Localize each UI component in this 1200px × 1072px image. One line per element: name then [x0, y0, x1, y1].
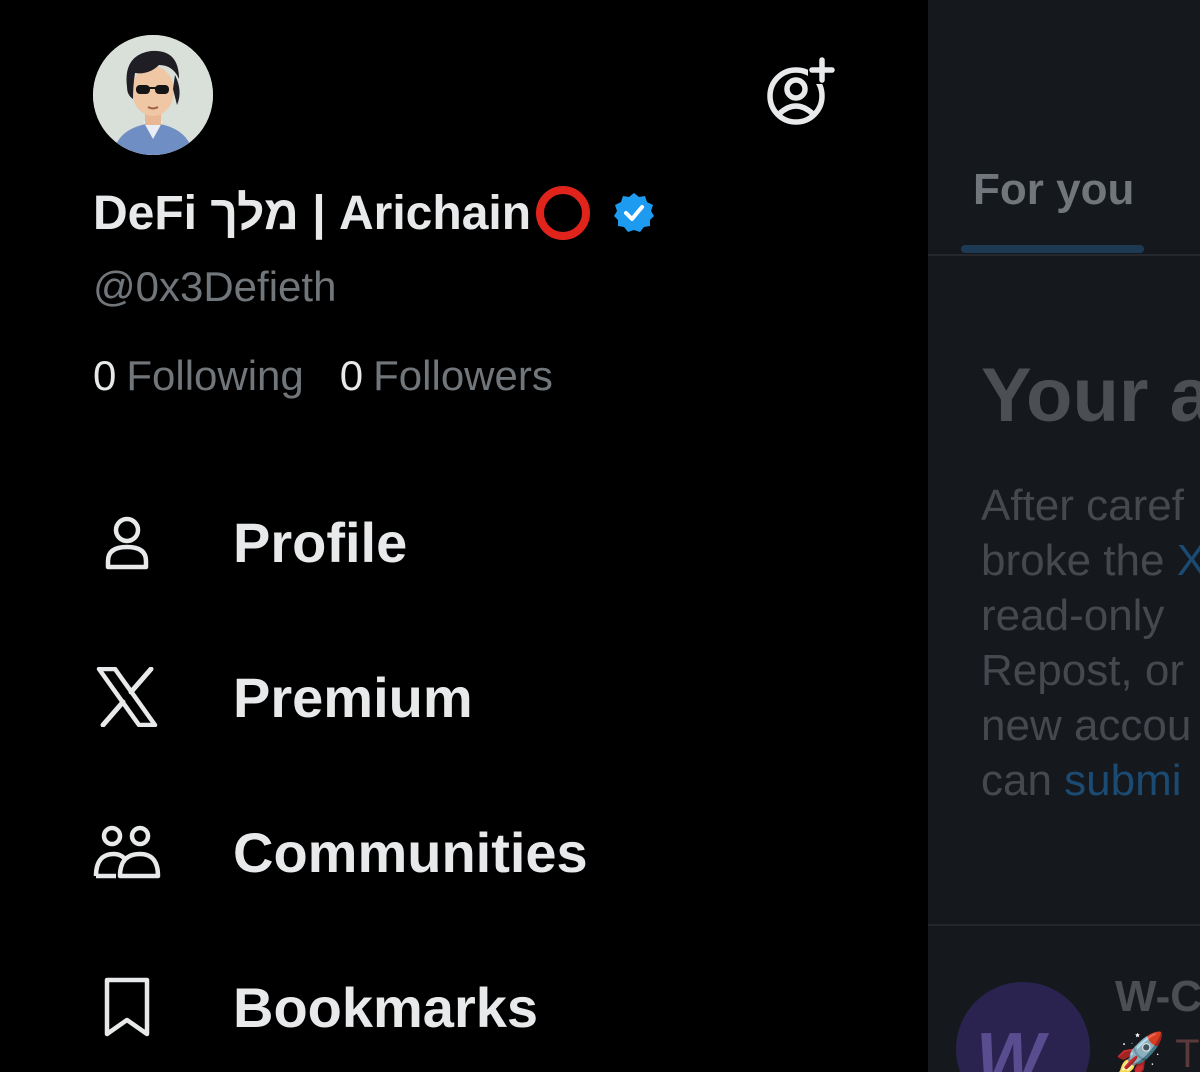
profile-handle: @0x3Defieth [93, 263, 337, 310]
timeline-overlay[interactable]: For you Your a After caref broke the X r… [928, 0, 1200, 1072]
person-icon [90, 505, 164, 579]
menu-label-profile: Profile [233, 510, 408, 574]
x-logo-icon [90, 660, 164, 734]
menu-item-bookmarks[interactable]: Bookmarks [90, 967, 538, 1047]
menu-item-communities[interactable]: Communities [90, 812, 588, 892]
active-tab-indicator [961, 245, 1144, 253]
avatar[interactable] [93, 35, 213, 155]
follow-stats: 0 Following 0 Followers [93, 352, 553, 400]
menu-label-bookmarks: Bookmarks [233, 975, 539, 1039]
followers-count: 0 [339, 352, 364, 399]
followers-stat[interactable]: 0 Followers [340, 352, 553, 400]
notice-line: new accou [981, 701, 1192, 750]
menu-label-communities: Communities [233, 820, 588, 884]
add-account-icon[interactable] [764, 56, 836, 128]
following-count: 0 [93, 352, 117, 399]
tab-for-you[interactable]: For you [973, 165, 1134, 215]
timeline-header: For you [928, 0, 1200, 256]
notice-line: can submi [981, 753, 1200, 808]
notice-body: After caref broke the X read-only Repost… [981, 478, 1200, 808]
following-label: Following [126, 352, 304, 399]
notice-line: broke the X [981, 533, 1200, 588]
notice-x-link[interactable]: X [1177, 536, 1200, 585]
post-avatar-logo: W [976, 1019, 1044, 1072]
menu-item-profile[interactable]: Profile [90, 502, 407, 582]
navigation-drawer: DeFi מלך | Arichain @0x3Defieth 0 Follow… [0, 0, 928, 1072]
divider [928, 924, 1200, 926]
display-name: DeFi מלך | Arichain [93, 186, 532, 240]
red-circle-icon [536, 186, 591, 240]
post-author-subtitle: 🚀 T [1115, 1032, 1200, 1072]
notice-line-text: can [981, 756, 1065, 805]
following-stat[interactable]: 0 Following [93, 352, 304, 400]
people-icon [90, 815, 164, 889]
notice-line-text: broke the [981, 536, 1177, 585]
profile-name-row[interactable]: DeFi מלך | Arichain [93, 183, 655, 243]
menu-label-premium: Premium [233, 665, 473, 729]
notice-heading: Your a [981, 353, 1200, 438]
verified-badge-icon [614, 193, 655, 232]
notice-line: read-only [981, 591, 1165, 640]
avatar-image [93, 35, 213, 155]
notice-line: Repost, or [981, 646, 1184, 695]
menu-item-premium[interactable]: Premium [90, 657, 473, 737]
post-author-name[interactable]: W-C [1115, 972, 1200, 1022]
notice-line: After caref [981, 481, 1184, 530]
followers-label: Followers [373, 352, 553, 399]
submit-link[interactable]: submi [1064, 756, 1181, 805]
post-avatar[interactable]: W [956, 982, 1090, 1072]
bookmark-icon [90, 970, 164, 1044]
